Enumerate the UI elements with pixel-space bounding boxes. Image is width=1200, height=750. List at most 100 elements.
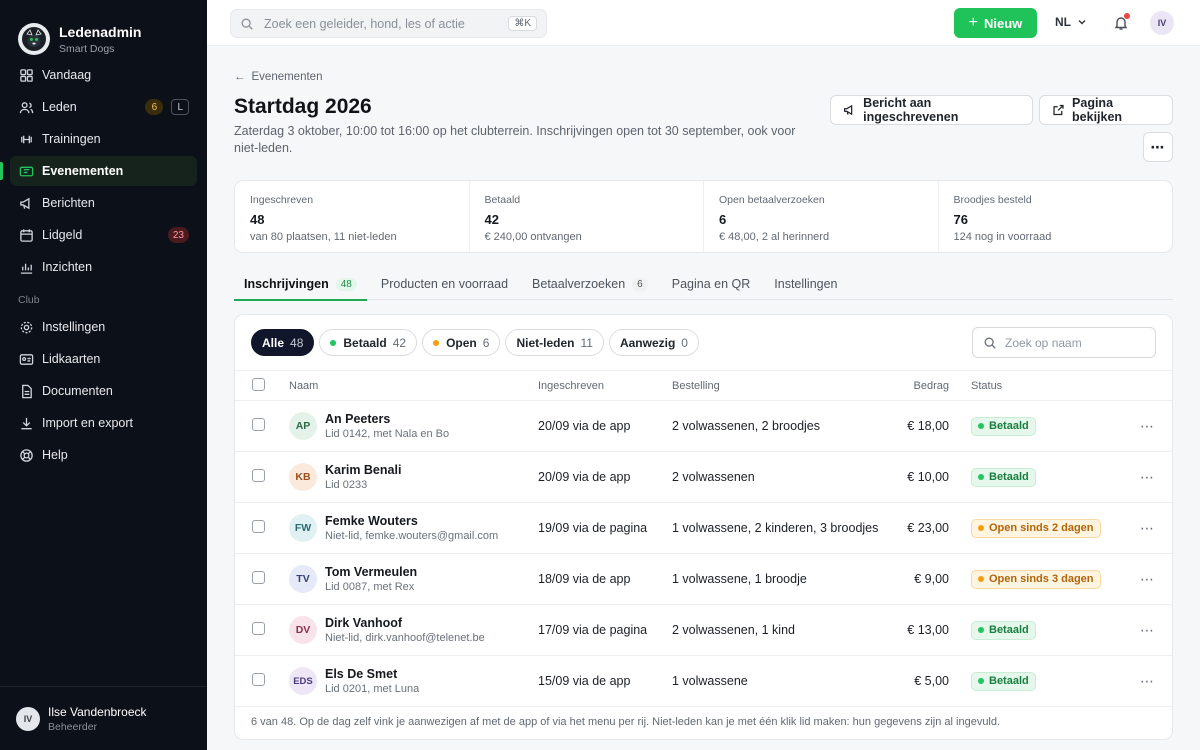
breadcrumb[interactable]: ← Evenementen — [234, 71, 322, 83]
new-button[interactable]: + Nieuw — [954, 8, 1037, 38]
sidebar-item-leden[interactable]: Leden 6 L — [10, 92, 197, 122]
ticket-icon — [18, 163, 34, 179]
person-name[interactable]: Femke Wouters — [325, 514, 498, 528]
filter-chip-alle[interactable]: Alle 48 — [251, 329, 315, 356]
megaphone-icon — [844, 104, 853, 116]
notification-dot — [1124, 13, 1130, 19]
table-footnote: 6 van 48. Op de dag zelf vink je aanwezi… — [251, 716, 1001, 728]
status-dot-icon — [330, 339, 337, 346]
person-name[interactable]: Dirk Vanhoof — [325, 616, 485, 630]
main-nav: Vandaag Leden 6 L Trainingen Evenementen… — [0, 60, 207, 282]
table-row[interactable]: AP An Peeters Lid 0142, met Nala en Bo 20… — [235, 400, 1172, 452]
sidebar-item-instellingen[interactable]: Instellingen — [10, 312, 197, 342]
sidebar-item-trainingen[interactable]: Trainingen — [10, 124, 197, 154]
stat-value: 42 — [484, 212, 499, 227]
filter-chip-open[interactable]: Open 6 — [422, 329, 501, 356]
status-dot-icon — [978, 423, 984, 429]
column-header-actions — [1121, 370, 1172, 401]
column-header-order[interactable]: Bestelling — [672, 370, 884, 401]
user-avatar[interactable]: IV — [1150, 11, 1174, 35]
sidebar-item-vandaag[interactable]: Vandaag — [10, 60, 197, 90]
sidebar-item-label: Help — [42, 448, 68, 462]
tab-producten[interactable]: Producten en voorraad — [371, 268, 518, 300]
chip-label: Open — [446, 335, 477, 350]
stat-label: Ingeschreven — [250, 194, 314, 206]
person-name[interactable]: Karim Benali — [325, 463, 401, 477]
sidebar-item-import-export[interactable]: Import en export — [10, 408, 197, 438]
registered-cell: 19/09 via de pagina — [538, 502, 672, 554]
table-row[interactable]: KB Karim Benali Lid 0233 20/09 via de app… — [235, 451, 1172, 503]
row-checkbox[interactable] — [252, 418, 265, 431]
status-badge: Open sinds 3 dagen — [971, 569, 1101, 589]
row-menu-icon[interactable]: ⋯ — [1121, 655, 1172, 707]
language-value: NL — [1055, 15, 1071, 29]
row-checkbox[interactable] — [252, 520, 265, 533]
view-page-button[interactable]: Pagina bekijken — [1039, 95, 1173, 125]
row-checkbox[interactable] — [252, 622, 265, 635]
name-search-input[interactable]: Zoek op naam — [972, 327, 1156, 358]
column-header-registered[interactable]: Ingeschreven — [538, 370, 672, 401]
row-checkbox[interactable] — [252, 571, 265, 584]
row-menu-icon[interactable]: ⋯ — [1121, 502, 1172, 554]
search-icon — [241, 18, 253, 30]
sidebar-item-help[interactable]: Help — [10, 440, 197, 470]
filter-chip-niet-leden[interactable]: Niet-leden 11 — [505, 329, 604, 356]
sidebar-item-documenten[interactable]: Documenten — [10, 376, 197, 406]
table-row[interactable]: FW Femke Wouters Niet-lid, femke.wouters@… — [235, 502, 1172, 554]
row-checkbox[interactable] — [252, 673, 265, 686]
table-row[interactable]: TV Tom Vermeulen Lid 0087, met Rex 18/09 … — [235, 553, 1172, 605]
column-header-amount[interactable]: Bedrag — [884, 370, 971, 401]
name-search-placeholder: Zoek op naam — [1005, 335, 1082, 350]
select-all-checkbox[interactable] — [252, 377, 265, 391]
row-menu-icon[interactable]: ⋯ — [1121, 400, 1172, 452]
person-name[interactable]: An Peeters — [325, 412, 449, 426]
language-select[interactable]: NL — [1055, 15, 1087, 29]
status-badge: Betaald — [971, 416, 1036, 436]
search-shortcut: ⌘K — [508, 16, 537, 31]
tab-betaalverzoeken[interactable]: Betaalverzoeken 6 — [522, 268, 658, 300]
sidebar-item-evenementen[interactable]: Evenementen — [0, 156, 197, 186]
person-cell: FW Femke Wouters Niet-lid, femke.wouters@… — [289, 514, 538, 542]
person-name[interactable]: Els De Smet — [325, 667, 419, 681]
sidebar-item-label: Lidkaarten — [42, 352, 101, 366]
sidebar-item-lidgeld[interactable]: Lidgeld 23 — [10, 220, 197, 250]
row-menu-icon[interactable]: ⋯ — [1121, 451, 1172, 503]
amount-cell: € 10,00 — [884, 451, 971, 503]
brand[interactable]: Ledenadmin Smart Dogs — [0, 0, 207, 64]
tab-pagina-qr[interactable]: Pagina en QR — [662, 268, 761, 300]
status-dot-icon — [978, 525, 984, 531]
message-registrants-button[interactable]: Bericht aan ingeschrevenen — [830, 95, 1033, 125]
dumbbell-icon — [18, 131, 34, 147]
tab-instellingen[interactable]: Instellingen — [764, 268, 847, 300]
chip-label: Alle — [262, 335, 285, 350]
row-menu-icon[interactable]: ⋯ — [1121, 604, 1172, 656]
column-header-name[interactable]: Naam — [289, 370, 538, 401]
global-search-input[interactable]: Zoek een geleider, hond, les of actie ⌘K — [230, 9, 547, 38]
filter-chip-aanwezig[interactable]: Aanwezig 0 — [608, 329, 699, 356]
row-checkbox[interactable] — [252, 469, 265, 482]
view-page-label: Pagina bekijken — [1072, 96, 1123, 124]
stat-label: Betaald — [484, 194, 521, 206]
chip-count: 6 — [482, 335, 490, 350]
sidebar-item-berichten[interactable]: Berichten — [10, 188, 197, 218]
order-cell: 1 volwassene, 1 broodje — [672, 553, 884, 605]
message-registrants-label: Bericht aan ingeschrevenen — [863, 96, 959, 124]
filter-chip-betaald[interactable]: Betaald 42 — [319, 329, 418, 356]
more-actions-button[interactable]: ⋯ — [1143, 132, 1173, 162]
order-cell: 2 volwassenen, 1 kind — [672, 604, 884, 656]
sidebar-item-lidkaarten[interactable]: Lidkaarten — [10, 344, 197, 374]
calendar-icon — [18, 227, 34, 243]
current-user[interactable]: IV Ilse Vandenbroeck Beheerder — [0, 686, 207, 750]
club-nav: Instellingen Lidkaarten Documenten Impor… — [0, 312, 207, 470]
tab-inschrijvingen[interactable]: Inschrijvingen 48 — [234, 268, 367, 301]
sidebar-item-inzichten[interactable]: Inzichten — [10, 252, 197, 282]
row-menu-icon[interactable]: ⋯ — [1121, 553, 1172, 605]
person-name[interactable]: Tom Vermeulen — [325, 565, 417, 579]
column-header-status[interactable]: Status — [971, 370, 1121, 401]
chip-label: Niet-leden — [516, 335, 575, 350]
chip-count: 42 — [392, 335, 407, 350]
notifications-bell-icon[interactable] — [1113, 13, 1130, 31]
status-badge: Betaald — [971, 671, 1036, 691]
table-row[interactable]: EDS Els De Smet Lid 0201, met Luna 15/09 … — [235, 655, 1172, 707]
table-row[interactable]: DV Dirk Vanhoof Niet-lid, dirk.vanhoof@te… — [235, 604, 1172, 656]
